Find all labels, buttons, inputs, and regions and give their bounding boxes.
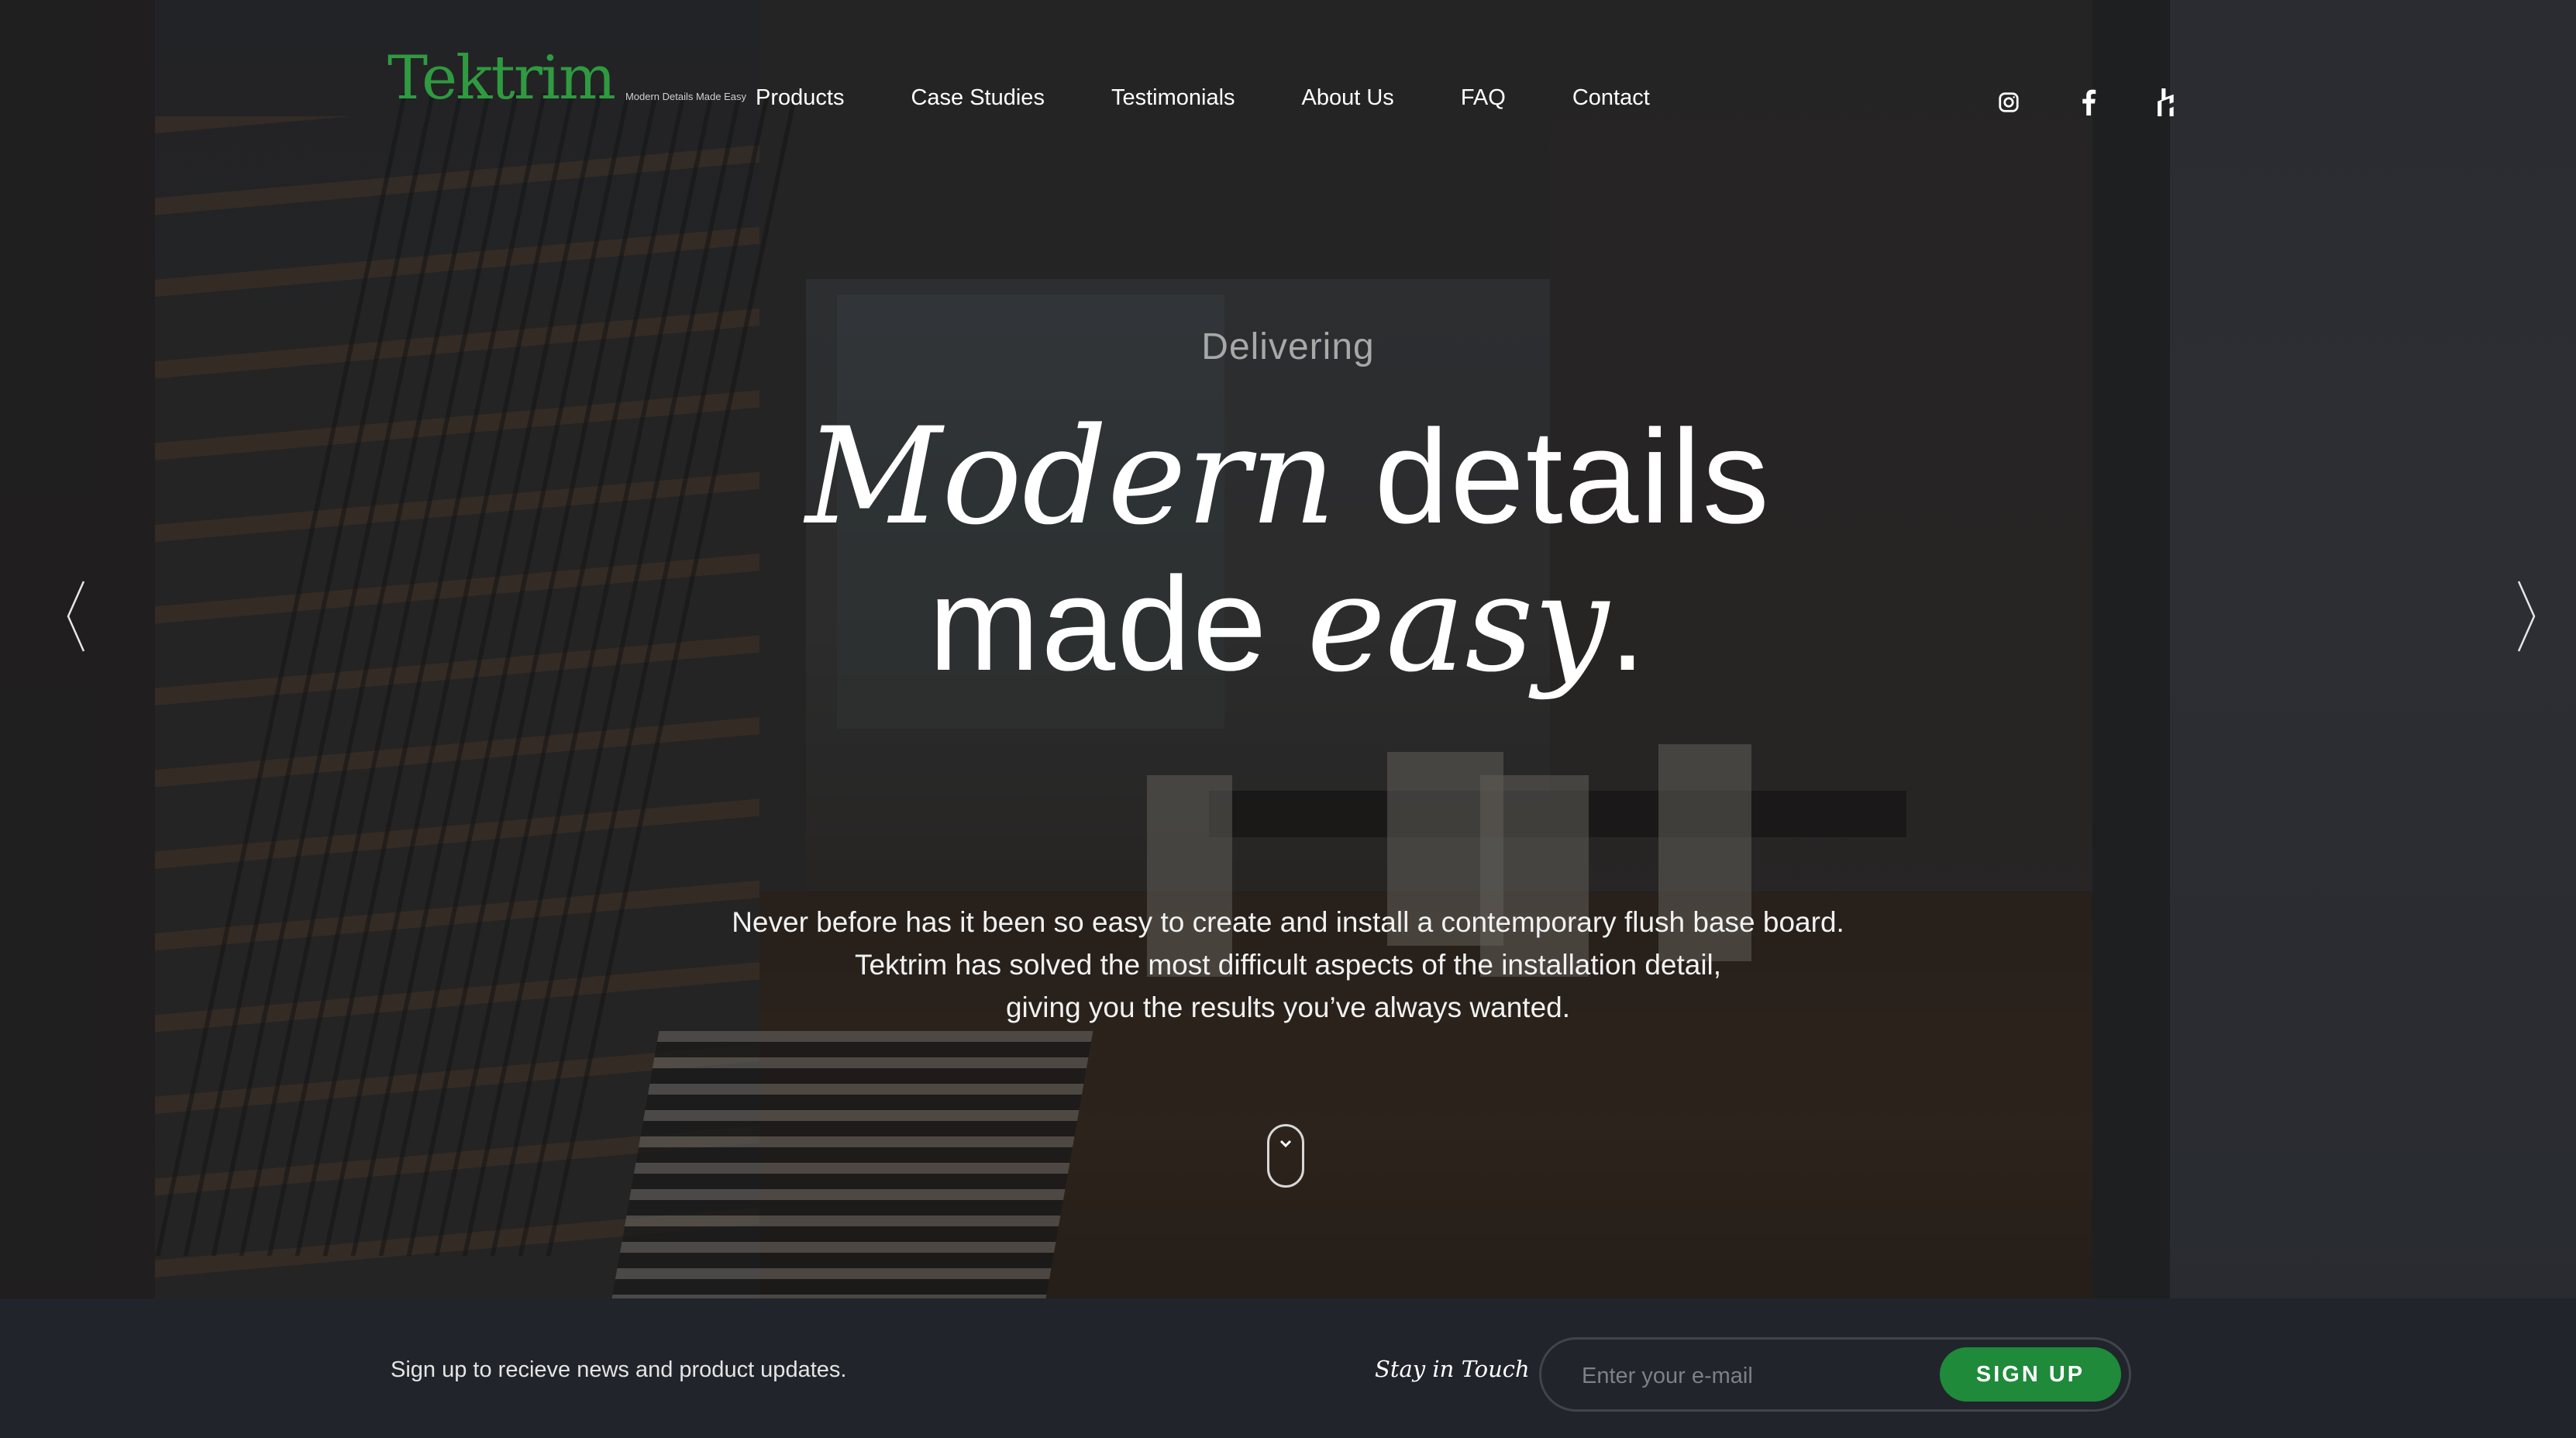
nav-item-case-studies[interactable]: Case Studies xyxy=(911,85,1045,111)
hero-body-copy: Never before has it been so easy to crea… xyxy=(0,901,2576,1029)
chevron-down-icon xyxy=(1279,1140,1292,1148)
hero-body-line: Never before has it been so easy to crea… xyxy=(732,906,1844,938)
headline-modern: Modern xyxy=(805,398,1336,554)
newsletter-description: Sign up to recieve news and product upda… xyxy=(391,1357,847,1382)
logo-tagline: Modern Details Made Easy xyxy=(625,91,747,102)
nav-item-faq[interactable]: FAQ xyxy=(1461,85,1506,111)
facebook-icon[interactable] xyxy=(2073,87,2104,118)
hero-body-line: Tektrim has solved the most difficult as… xyxy=(854,949,1722,981)
scroll-down-button[interactable] xyxy=(1267,1124,1304,1188)
newsletter-bar: Sign up to recieve news and product upda… xyxy=(0,1298,2576,1438)
headline-period: . xyxy=(1609,550,1648,698)
hero-eyebrow: Delivering xyxy=(1201,326,1375,367)
houzz-icon[interactable] xyxy=(2152,87,2183,118)
headline-easy: easy xyxy=(1307,546,1610,702)
headline-details: details xyxy=(1335,402,1771,551)
hero-body-line: giving you the results you’ve always wan… xyxy=(1005,991,1571,1023)
hero-headline-line-2: made easy. xyxy=(0,550,2576,698)
newsletter-form: SIGN UP xyxy=(1539,1337,2131,1412)
headline-made: made xyxy=(928,550,1307,698)
hero-headline: Modern details made easy. xyxy=(0,403,2576,698)
main-nav: Products Case Studies Testimonials About… xyxy=(756,85,1717,111)
site-logo[interactable]: Tektrim Modern Details Made Easy xyxy=(387,48,746,109)
nav-item-products[interactable]: Products xyxy=(756,85,844,111)
nav-item-testimonials[interactable]: Testimonials xyxy=(1111,85,1235,111)
logo-wordmark: Tektrim xyxy=(387,43,616,113)
stay-in-touch-label: Stay in Touch xyxy=(1375,1356,1530,1382)
hero-headline-line-1: Modern details xyxy=(0,402,2576,551)
sign-up-button[interactable]: SIGN UP xyxy=(1940,1347,2121,1402)
nav-item-contact[interactable]: Contact xyxy=(1572,85,1650,111)
email-field[interactable] xyxy=(1580,1357,1917,1395)
instagram-icon[interactable] xyxy=(1993,87,2024,118)
nav-item-about-us[interactable]: About Us xyxy=(1302,85,1394,111)
